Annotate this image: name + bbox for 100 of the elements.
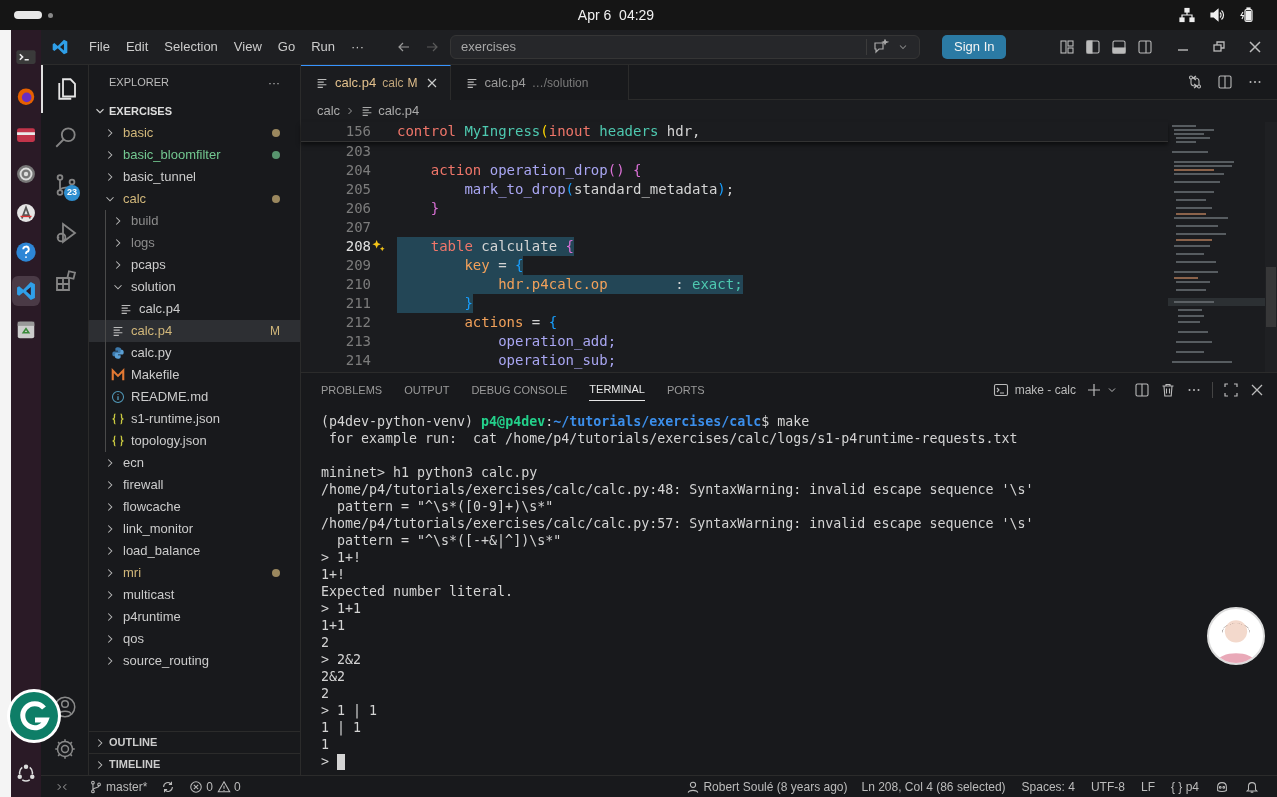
tree-item[interactable]: flowcache (89, 496, 300, 518)
line-number: 210 (345, 275, 371, 294)
tree-item[interactable]: calc.py (89, 342, 300, 364)
editor-tab[interactable]: calc.p4 …/solution (450, 65, 630, 100)
status-item[interactable]: LF (1132, 777, 1163, 796)
file-name: README.md (131, 388, 210, 407)
sparkle-icon[interactable] (371, 239, 386, 254)
volume-icon[interactable] (1209, 7, 1225, 23)
trash-app-icon[interactable] (15, 319, 37, 341)
breadcrumb-item[interactable]: calc (317, 101, 341, 121)
settings-app-icon[interactable] (15, 163, 37, 185)
tree-item[interactable]: topology.json (89, 430, 300, 452)
floating-assistant-icon[interactable] (6, 688, 62, 744)
file-name: basic_tunnel (123, 168, 197, 187)
status-item[interactable]: Spaces: 4 (1013, 777, 1083, 796)
status-item[interactable]: { } p4 (1162, 777, 1207, 796)
maximize-panel-icon[interactable] (1223, 382, 1239, 398)
plus-icon[interactable] (1086, 382, 1102, 398)
tree-item[interactable]: mri (89, 562, 300, 584)
tree-item[interactable]: basic (89, 122, 300, 144)
tree-item[interactable]: load_balance (89, 540, 300, 562)
status-item[interactable]: UTF-8 (1082, 777, 1133, 796)
toggle-panel-icon[interactable] (1111, 39, 1127, 55)
battery-icon[interactable] (1239, 7, 1255, 23)
tab-label: calc.p4 (484, 73, 526, 92)
file-name: basic_bloomfilter (123, 146, 222, 165)
breadcrumb-item[interactable]: calc.p4 (378, 101, 420, 121)
tree-item[interactable]: solution (89, 276, 300, 298)
panel-tab[interactable]: TERMINAL (589, 379, 645, 401)
customize-layout-icon[interactable] (1059, 39, 1075, 55)
compare-changes-icon[interactable] (1187, 74, 1203, 90)
command-center[interactable]: exercises (450, 35, 920, 59)
tree-item[interactable]: ecn (89, 452, 300, 474)
scrollbar-thumb[interactable] (1266, 267, 1276, 327)
section-header[interactable]: OUTLINE (89, 731, 300, 753)
line-number: 214 (345, 351, 371, 370)
search-icon[interactable] (53, 125, 78, 149)
help-app-icon[interactable] (15, 241, 37, 263)
sync-icon[interactable] (161, 779, 176, 794)
chat-sparkle-icon[interactable] (873, 39, 889, 55)
tab-description: calc (382, 75, 404, 92)
show-apps-icon[interactable] (16, 763, 36, 783)
close-icon[interactable] (1247, 39, 1263, 55)
extensions-icon[interactable] (53, 269, 78, 293)
status-item[interactable]: 0 (183, 777, 220, 796)
toggle-secondary-sidebar-icon[interactable] (1137, 39, 1153, 55)
tree-item[interactable]: pcaps (89, 254, 300, 276)
menu-item[interactable]: Edit (117, 37, 157, 57)
trash-icon[interactable] (1160, 382, 1176, 398)
tree-item[interactable]: p4runtime (89, 606, 300, 628)
menu-item[interactable]: File (81, 37, 118, 57)
tree-item[interactable]: build (89, 210, 300, 232)
editor-app-icon[interactable] (15, 280, 37, 302)
file-name: pcaps (131, 256, 167, 275)
panel-tab[interactable]: PORTS (666, 379, 705, 401)
status-item[interactable]: master* (83, 777, 154, 796)
tree-item[interactable]: README.md (89, 386, 300, 408)
settings-icon[interactable] (52, 737, 77, 761)
activities-pill-icon[interactable] (14, 11, 42, 19)
terminal-line: 2&2 (321, 668, 346, 685)
tree-item[interactable]: basic_bloomfilter (89, 144, 300, 166)
bell-icon[interactable] (1245, 779, 1259, 794)
terminal-instance-button[interactable]: make - calc (992, 381, 1076, 399)
split-terminal-icon[interactable] (1134, 382, 1150, 398)
tree-item[interactable]: calc.p4 M (89, 320, 300, 342)
panel-tab[interactable]: DEBUG CONSOLE (471, 379, 568, 401)
tree-item[interactable]: s1-runtime.json (89, 408, 300, 430)
menu-item[interactable]: Run (303, 37, 343, 57)
close-panel-icon[interactable] (1249, 382, 1265, 398)
tree-item[interactable]: firewall (89, 474, 300, 496)
tree-item[interactable]: Makefile (89, 364, 300, 386)
editor-tab[interactable]: calc.p4 calc M (301, 65, 451, 100)
tree-item[interactable]: calc (89, 188, 300, 210)
toggle-sidebar-icon[interactable] (1085, 39, 1101, 55)
status-item[interactable]: Robert Soulé (8 years ago) (680, 777, 854, 796)
terminal-line: for example run: cat /home/p4/tutorials/exercises/calc/logs/s1-p4runtime-requests.txt (328, 430, 1018, 447)
workspace-root[interactable]: EXERCISES (89, 100, 300, 122)
network-icon[interactable] (1179, 7, 1195, 23)
menu-item[interactable]: Selection (156, 37, 226, 57)
tree-item[interactable]: calc.p4 (89, 298, 300, 320)
panel-tab[interactable]: PROBLEMS (321, 379, 383, 401)
tree-item[interactable]: qos (89, 628, 300, 650)
more-actions-button[interactable]: ··· (268, 73, 280, 92)
split-editor-icon[interactable] (1217, 74, 1233, 90)
clock[interactable]: Apr 6 04:29 (577, 4, 655, 26)
menu-item[interactable]: View (225, 37, 270, 57)
restore-icon[interactable] (1211, 39, 1227, 55)
menu-item[interactable]: Go (269, 37, 304, 57)
updater-app-icon[interactable] (15, 202, 37, 224)
file-name: logs (131, 234, 156, 253)
copilot-icon[interactable] (1215, 779, 1229, 794)
panel-tab[interactable]: OUTPUT (404, 379, 450, 401)
status-item[interactable]: Ln 208, Col 4 (86 selected) (853, 777, 1014, 796)
tree-item[interactable]: multicast (89, 584, 300, 606)
sign-in-button[interactable]: Sign In (942, 35, 1007, 59)
tree-item[interactable]: logs (89, 232, 300, 254)
menu-item[interactable]: ··· (343, 37, 372, 57)
tree-item[interactable]: link_monitor (89, 518, 300, 540)
tree-item[interactable]: source_routing (89, 650, 300, 672)
tree-item[interactable]: basic_tunnel (89, 166, 300, 188)
